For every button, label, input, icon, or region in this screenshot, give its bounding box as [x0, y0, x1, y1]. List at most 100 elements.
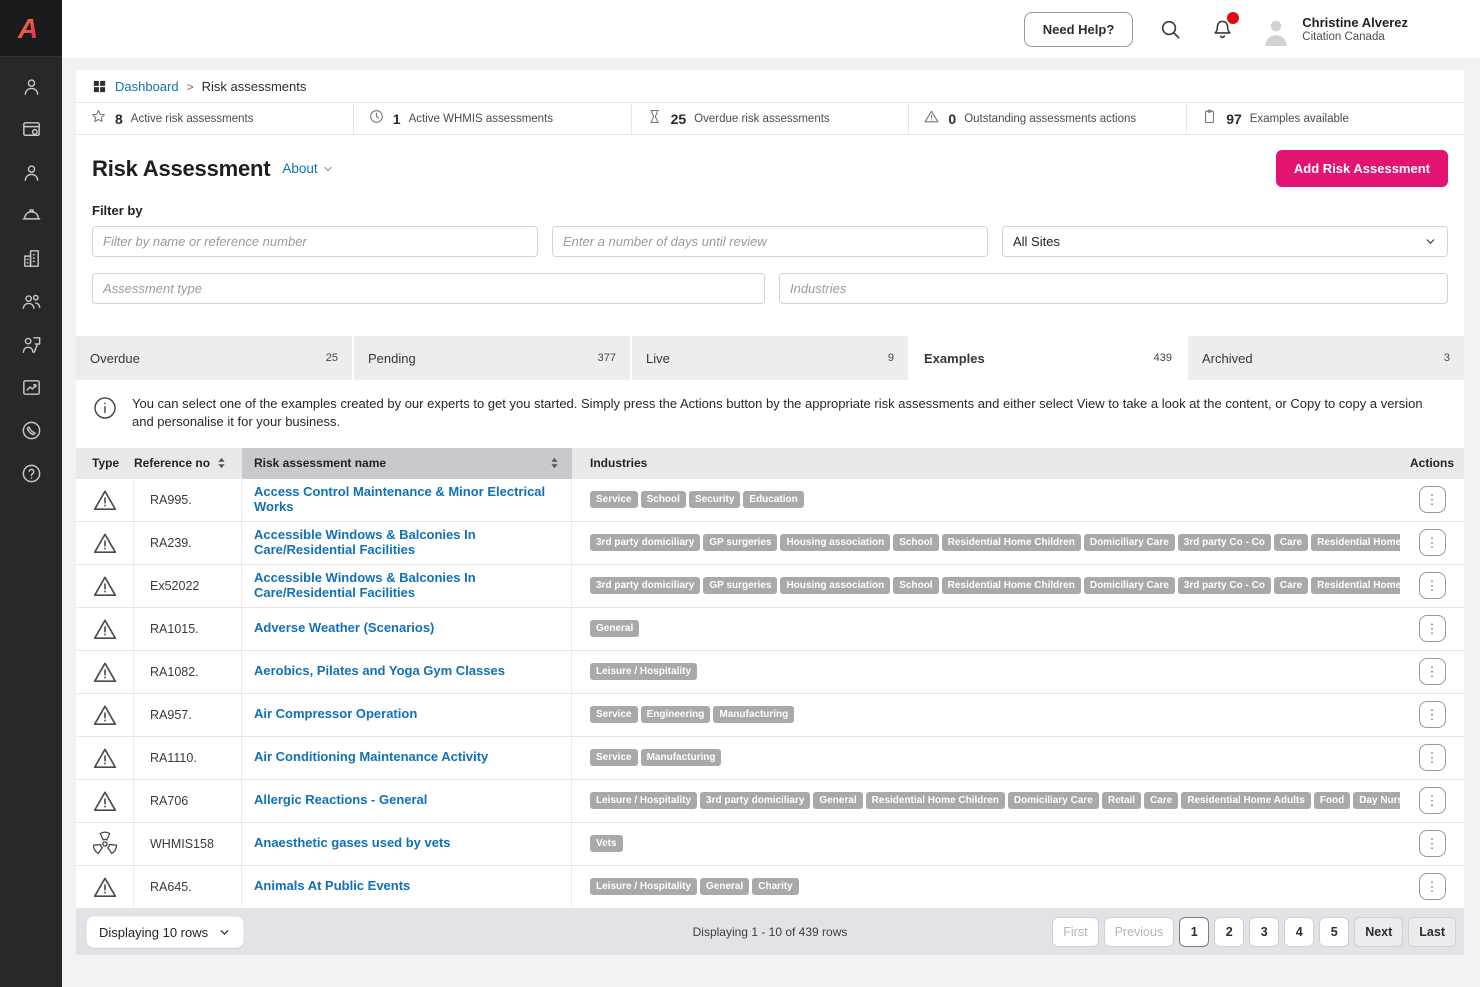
sidebar-item-team[interactable] [11, 288, 51, 320]
stat-value: 25 [671, 111, 687, 127]
tab-overdue[interactable]: Overdue 25 [76, 336, 352, 380]
profile-icon [20, 75, 43, 103]
search-icon[interactable] [1155, 14, 1185, 44]
warning-icon [923, 108, 940, 130]
industry-tag: Housing association [780, 534, 890, 551]
column-header-reference-label: Reference no [134, 456, 210, 470]
sites-select[interactable]: All Sites [1002, 226, 1448, 257]
page-button-last[interactable]: Last [1408, 917, 1456, 947]
row-actions-button[interactable]: ⋮ [1419, 486, 1446, 513]
risk-assessment-link[interactable]: Accessible Windows & Balconies In Care/R… [254, 528, 559, 558]
row-actions-button[interactable]: ⋮ [1419, 701, 1446, 728]
safety-icon [20, 204, 43, 232]
page-button-4[interactable]: 4 [1284, 917, 1314, 947]
actions-cell: ⋮ [1400, 572, 1464, 599]
sidebar-item-training[interactable] [11, 331, 51, 363]
industry-tag: Food [1314, 792, 1350, 809]
filter-name-input[interactable] [92, 226, 538, 257]
actions-cell: ⋮ [1400, 830, 1464, 857]
risk-assessment-link[interactable]: Access Control Maintenance & Minor Elect… [254, 485, 559, 515]
notification-dot [1227, 12, 1239, 24]
sidebar-item-help[interactable] [11, 460, 51, 492]
sidebar: A [0, 0, 62, 987]
avatar [1259, 12, 1293, 46]
page-button-1[interactable]: 1 [1179, 917, 1209, 947]
sidebar-item-workspace[interactable] [11, 116, 51, 148]
user-menu[interactable]: Christine Alverez Citation Canada [1259, 12, 1408, 46]
rows-per-page-select[interactable]: Displaying 10 rows [86, 916, 244, 948]
actions-cell: ⋮ [1400, 615, 1464, 642]
page-button-2[interactable]: 2 [1214, 917, 1244, 947]
tab-count: 3 [1444, 352, 1450, 364]
row-actions-button[interactable]: ⋮ [1419, 572, 1446, 599]
page-button-next[interactable]: Next [1354, 917, 1403, 947]
page-button-3[interactable]: 3 [1249, 917, 1279, 947]
warning-triangle-icon [76, 565, 134, 607]
app-logo[interactable]: A [0, 0, 62, 57]
row-actions-button[interactable]: ⋮ [1419, 529, 1446, 556]
industry-tag: GP surgeries [703, 577, 777, 594]
clock-icon [368, 108, 385, 130]
column-header-reference[interactable]: Reference no [134, 448, 242, 479]
column-header-name[interactable]: Risk assessment name [242, 448, 572, 479]
sidebar-item-reports[interactable] [11, 374, 51, 406]
table-row: WHMIS158Anaesthetic gases used by vetsVe… [76, 823, 1464, 866]
row-actions-button[interactable]: ⋮ [1419, 658, 1446, 685]
breadcrumb-dashboard-link[interactable]: Dashboard [115, 79, 179, 94]
tab-pending[interactable]: Pending377 [354, 336, 630, 380]
risk-assessment-link[interactable]: Air Conditioning Maintenance Activity [254, 750, 488, 765]
name-cell: Access Control Maintenance & Minor Elect… [242, 479, 572, 521]
industry-tag: General [590, 620, 639, 637]
industry-tag: 3rd party domiciliary [590, 534, 700, 551]
risk-assessment-link[interactable]: Aerobics, Pilates and Yoga Gym Classes [254, 664, 505, 679]
tab-count: 25 [326, 352, 338, 364]
tab-label: Overdue [90, 351, 140, 366]
warning-triangle-icon [76, 737, 134, 779]
chevron-down-icon [1424, 235, 1437, 248]
stat-label: Examples available [1250, 113, 1349, 125]
sidebar-item-organisation[interactable] [11, 245, 51, 277]
svg-text:A: A [17, 13, 38, 44]
tab-count: 439 [1154, 352, 1172, 364]
sidebar-item-profile[interactable] [11, 73, 51, 105]
row-actions-button[interactable]: ⋮ [1419, 787, 1446, 814]
name-cell: Anaesthetic gases used by vets [242, 823, 572, 865]
row-actions-button[interactable]: ⋮ [1419, 873, 1446, 900]
industry-tag: GP surgeries [703, 534, 777, 551]
risk-assessment-link[interactable]: Allergic Reactions - General [254, 793, 427, 808]
risk-assessment-link[interactable]: Accessible Windows & Balconies In Care/R… [254, 571, 559, 601]
industry-tag: Leisure / Hospitality [590, 878, 697, 895]
sidebar-item-people[interactable] [11, 159, 51, 191]
reference-cell: RA1015. [134, 608, 242, 650]
tab-examples[interactable]: Examples439 [910, 336, 1186, 380]
stat-label: Active WHMIS assessments [409, 113, 553, 125]
team-icon [20, 290, 43, 318]
risk-assessment-link[interactable]: Anaesthetic gases used by vets [254, 836, 451, 851]
industries-input[interactable] [779, 273, 1448, 304]
row-actions-button[interactable]: ⋮ [1419, 744, 1446, 771]
reference-cell: RA239. [134, 522, 242, 564]
page-button-5[interactable]: 5 [1319, 917, 1349, 947]
industry-tag: Vets [590, 835, 623, 852]
warning-triangle-icon [76, 694, 134, 736]
risk-assessment-link[interactable]: Adverse Weather (Scenarios) [254, 621, 434, 636]
hourglass-icon [646, 108, 663, 130]
sidebar-item-contact[interactable] [11, 417, 51, 449]
notifications-bell-icon[interactable] [1207, 14, 1237, 44]
tab-archived[interactable]: Archived3 [1188, 336, 1464, 380]
table-row: Ex52022Accessible Windows & Balconies In… [76, 565, 1464, 608]
filter-days-input[interactable] [552, 226, 988, 257]
risk-assessment-link[interactable]: Animals At Public Events [254, 879, 410, 894]
about-dropdown[interactable]: About [282, 161, 333, 176]
row-actions-button[interactable]: ⋮ [1419, 830, 1446, 857]
row-actions-button[interactable]: ⋮ [1419, 615, 1446, 642]
risk-assessment-table: Type Reference no Risk assessment name I… [76, 448, 1464, 909]
assessment-type-input[interactable] [92, 273, 765, 304]
add-risk-assessment-button[interactable]: Add Risk Assessment [1276, 150, 1448, 187]
need-help-button[interactable]: Need Help? [1024, 12, 1134, 47]
tab-live[interactable]: Live9 [632, 336, 908, 380]
status-tabs: Overdue 25 Pending377Live9Examples439Archi… [76, 336, 1464, 380]
risk-assessment-link[interactable]: Air Compressor Operation [254, 707, 417, 722]
tab-count: 9 [888, 352, 894, 364]
sidebar-item-safety[interactable] [11, 202, 51, 234]
